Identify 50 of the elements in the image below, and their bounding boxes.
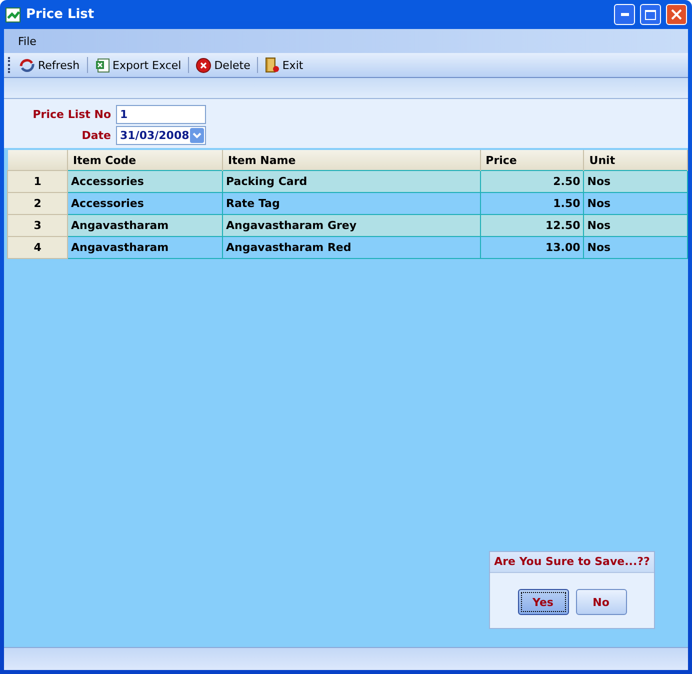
toolbar-button[interactable]: Export Excel: [92, 56, 184, 74]
dialog-title: Are You Sure to Save...??: [490, 552, 654, 573]
table-cell: Accessories: [68, 170, 223, 192]
toolbar-button[interactable]: Exit: [262, 56, 306, 74]
menu-item[interactable]: File: [12, 32, 42, 50]
door-icon: [265, 57, 280, 73]
row-header-cell[interactable]: 3: [8, 214, 68, 236]
price-list-no-field[interactable]: 1: [116, 105, 206, 124]
table-cell: 12.50: [480, 214, 584, 236]
table-cell: Angavastharam Red: [222, 236, 480, 258]
close-icon: [671, 9, 682, 20]
row-header-cell[interactable]: 2: [8, 192, 68, 214]
row-header-cell[interactable]: 1: [8, 170, 68, 192]
dropdown-icon: [190, 128, 204, 143]
minimize-button[interactable]: [614, 4, 635, 25]
field-label: Date: [80, 129, 111, 142]
close-button[interactable]: [666, 4, 687, 25]
row-header-cell[interactable]: 4: [8, 236, 68, 258]
table-cell: Rate Tag: [222, 192, 480, 214]
field-label: Price List No: [32, 108, 111, 121]
column-header[interactable]: Price: [480, 150, 584, 170]
dialog-button[interactable]: No: [576, 589, 626, 615]
window-title: Price List: [26, 7, 96, 22]
column-header[interactable]: Item Name: [222, 150, 480, 170]
table-cell: 1.50: [480, 192, 584, 214]
delete-icon: [196, 58, 212, 72]
table-cell: Angavastharam: [68, 236, 223, 258]
table-cell: 13.00: [480, 236, 584, 258]
table-cell: 2.50: [480, 170, 584, 192]
chart-app-icon: [5, 6, 21, 22]
maximize-button[interactable]: [640, 4, 661, 25]
maximize-icon: [645, 10, 656, 20]
table-cell: Angavastharam Grey: [222, 214, 480, 236]
dialog-button[interactable]: Yes: [518, 589, 568, 615]
minimize-icon: [620, 13, 628, 16]
table-cell: Nos: [584, 170, 688, 192]
corner-header-cell: [8, 150, 68, 170]
table-cell: Nos: [584, 236, 688, 258]
table-cell: Nos: [584, 214, 688, 236]
toolbar-button[interactable]: Delete: [193, 56, 254, 74]
column-header[interactable]: Unit: [584, 150, 688, 170]
toolbar-button[interactable]: Refresh: [16, 57, 83, 73]
column-header[interactable]: Item Code: [68, 150, 223, 170]
table-cell: Angavastharam: [68, 214, 223, 236]
table-cell: Accessories: [68, 192, 223, 214]
spreadsheet-icon: [94, 58, 110, 72]
table-cell: Packing Card: [222, 170, 480, 192]
date-picker[interactable]: 31/03/2008: [116, 126, 206, 145]
table-cell: Nos: [584, 192, 688, 214]
refresh-arrows-icon: [19, 58, 35, 72]
